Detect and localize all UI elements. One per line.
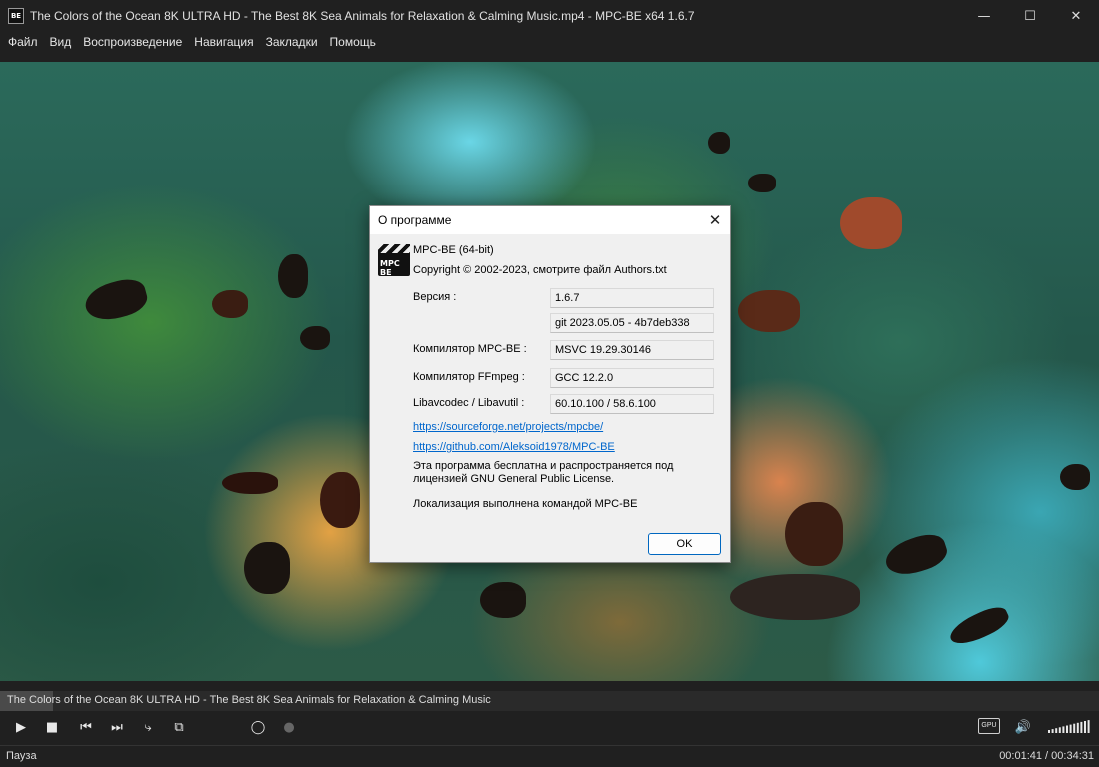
- search-icon[interactable]: ◯: [249, 719, 267, 735]
- volume-bar: [1084, 721, 1086, 733]
- about-dialog: О программе ✕ MPC BE MPC-BE (64-bit) Cop…: [369, 205, 731, 563]
- compiler-mpcbe-label: Компилятор MPC-BE :: [413, 343, 527, 355]
- previous-icon[interactable]: ⏮: [77, 719, 95, 735]
- fish-shape: [278, 254, 308, 298]
- app-icon[interactable]: BE: [8, 8, 24, 24]
- volume-bar: [1076, 722, 1079, 733]
- license-line-1: Эта программа бесплатна и распространяет…: [413, 460, 674, 472]
- maximize-button[interactable]: ☐: [1007, 0, 1053, 32]
- sourceforge-link[interactable]: https://sourceforge.net/projects/mpcbe/: [413, 421, 603, 433]
- git-version-field[interactable]: git 2023.05.05 - 4b7deb338: [550, 313, 714, 333]
- fish-shape: [840, 197, 902, 249]
- window-title: The Colors of the Ocean 8K ULTRA HD - Th…: [30, 9, 695, 23]
- volume-bar: [1055, 728, 1058, 733]
- close-window-button[interactable]: ✕: [1053, 0, 1099, 32]
- mpc-be-logo-icon: MPC BE: [378, 244, 410, 277]
- menu-navigation[interactable]: Навигация: [188, 32, 259, 52]
- seek-bar[interactable]: The Colors of the Ocean 8K ULTRA HD - Th…: [0, 691, 1099, 711]
- menu-playback[interactable]: Воспроизведение: [77, 32, 188, 52]
- volume-bar: [1062, 726, 1065, 733]
- menu-file[interactable]: Файл: [2, 32, 44, 52]
- license-line-2: лицензией GNU General Public License.: [413, 473, 615, 485]
- fish-shape: [320, 472, 360, 528]
- play-icon[interactable]: ▶: [12, 719, 30, 735]
- volume-bar: [1051, 729, 1054, 733]
- menu-bar: Файл Вид Воспроизведение Навигация Закла…: [0, 32, 1099, 52]
- volume-bar: [1048, 730, 1050, 733]
- volume-bar: [1058, 727, 1061, 733]
- dialog-title: О программе: [378, 213, 452, 227]
- dialog-body: MPC BE MPC-BE (64-bit) Copyright © 2002-…: [370, 234, 730, 563]
- gpu-badge[interactable]: GPU: [978, 718, 1000, 734]
- dialog-title-bar[interactable]: О программе ✕: [370, 206, 730, 234]
- fish-shape: [708, 132, 730, 154]
- seek-title-text: The Colors of the Ocean 8K ULTRA HD - Th…: [7, 694, 491, 706]
- compiler-ffmpeg-field[interactable]: GCC 12.2.0: [550, 368, 714, 388]
- fullscreen-icon[interactable]: ⧉: [170, 719, 188, 735]
- record-icon[interactable]: ●: [280, 719, 298, 735]
- dialog-close-icon[interactable]: ✕: [700, 206, 730, 234]
- logo-text: MPC BE: [380, 259, 400, 277]
- clapper-stripe: [378, 244, 410, 253]
- fish-shape: [81, 274, 151, 326]
- fish-shape: [212, 290, 248, 318]
- libav-label: Libavcodec / Libavutil :: [413, 397, 525, 409]
- volume-bar: [1087, 720, 1090, 733]
- speaker-icon[interactable]: 🔊: [1014, 719, 1032, 735]
- stop-icon[interactable]: ■: [43, 719, 61, 735]
- fish-shape: [730, 574, 860, 620]
- fish-shape: [738, 290, 800, 332]
- volume-bar: [1066, 725, 1068, 733]
- volume-bar: [1069, 724, 1072, 733]
- compiler-ffmpeg-label: Компилятор FFmpeg :: [413, 371, 525, 383]
- time-display: 00:01:41 / 00:34:31: [999, 750, 1094, 762]
- menu-view[interactable]: Вид: [44, 32, 78, 52]
- minimize-button[interactable]: —: [961, 0, 1007, 32]
- mpc-be-window: BE The Colors of the Ocean 8K ULTRA HD -…: [0, 0, 1099, 767]
- playback-state: Пауза: [6, 750, 37, 762]
- fish-shape: [480, 582, 526, 618]
- status-bar: Пауза 00:01:41 / 00:34:31: [0, 745, 1099, 767]
- compiler-mpcbe-field[interactable]: MSVC 19.29.30146: [550, 340, 714, 360]
- fish-shape: [748, 174, 776, 192]
- frame-step-icon[interactable]: ⤷: [139, 719, 157, 735]
- copyright-text: Copyright © 2002-2023, смотрите файл Aut…: [413, 264, 667, 276]
- fish-shape: [222, 472, 278, 494]
- menu-bookmarks[interactable]: Закладки: [260, 32, 324, 52]
- fish-shape: [945, 602, 1013, 650]
- version-label: Версия :: [413, 291, 457, 303]
- volume-bar: [1080, 721, 1083, 733]
- version-field[interactable]: 1.6.7: [550, 288, 714, 308]
- fish-shape: [1060, 464, 1090, 490]
- fish-shape: [300, 326, 330, 350]
- ok-button[interactable]: OK: [648, 533, 721, 555]
- product-name: MPC-BE (64-bit): [413, 244, 494, 256]
- title-bar[interactable]: BE The Colors of the Ocean 8K ULTRA HD -…: [0, 0, 1099, 32]
- fish-shape: [244, 542, 290, 594]
- control-bar: ▶ ■ ⏮ ⏭ ⤷ ⧉ ◯ ● 🔊: [0, 712, 1099, 742]
- volume-slider[interactable]: [1047, 719, 1092, 733]
- fish-shape: [785, 502, 843, 566]
- libav-field[interactable]: 60.10.100 / 58.6.100: [550, 394, 714, 414]
- volume-bar: [1073, 723, 1076, 733]
- next-icon[interactable]: ⏭: [108, 719, 126, 735]
- menu-help[interactable]: Помощь: [324, 32, 382, 52]
- github-link[interactable]: https://github.com/Aleksoid1978/MPC-BE: [413, 441, 615, 453]
- fish-shape: [881, 529, 951, 581]
- localization-text: Локализация выполнена командой MPC-BE: [413, 498, 638, 510]
